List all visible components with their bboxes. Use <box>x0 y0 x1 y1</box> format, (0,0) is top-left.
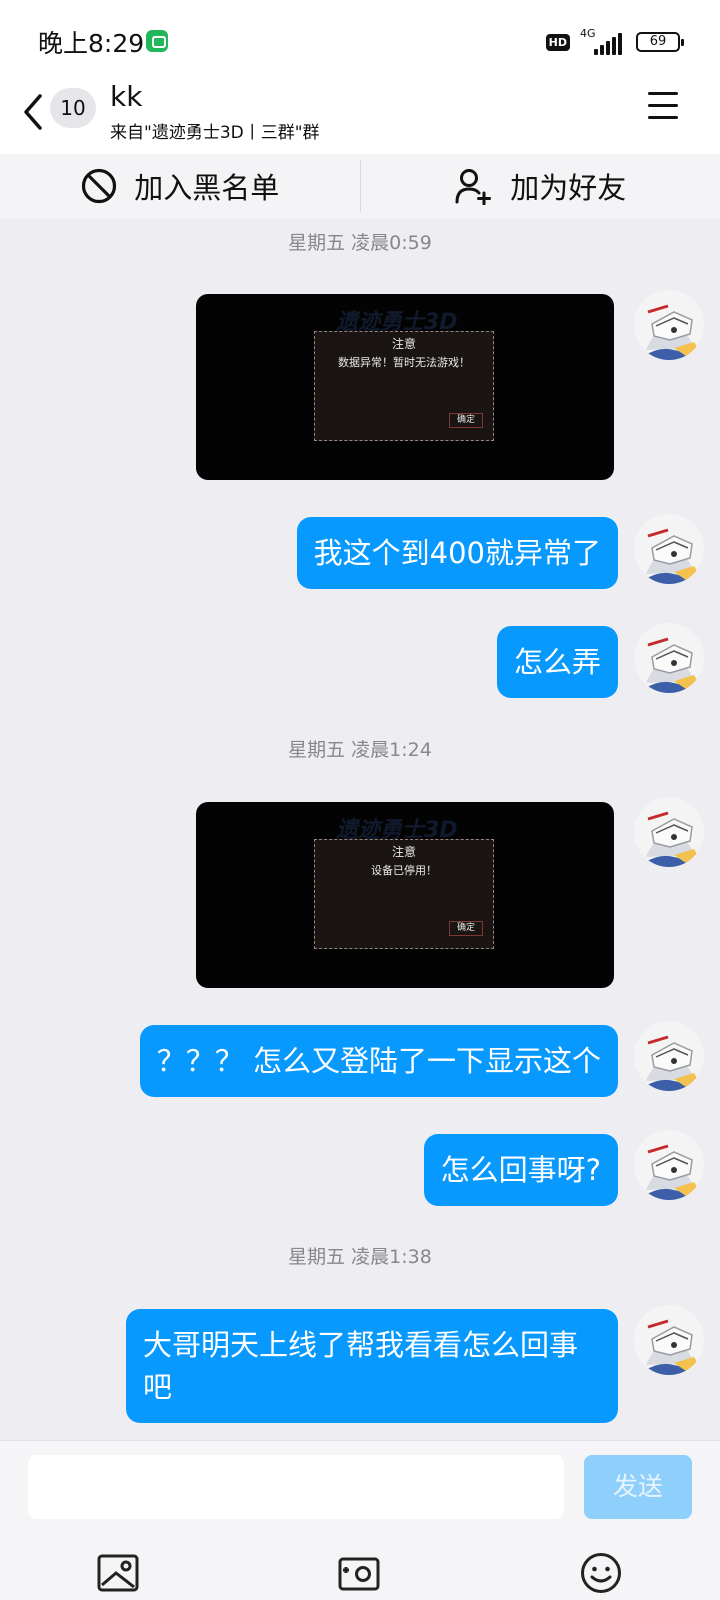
image-icon[interactable] <box>96 1551 140 1595</box>
message-bubble[interactable]: 怎么弄 <box>496 626 618 698</box>
chevron-left-icon[interactable] <box>18 92 48 132</box>
send-button[interactable]: 发送 <box>584 1455 692 1519</box>
hd-voice-icon: HD <box>545 33 570 51</box>
battery-icon: 69 <box>636 32 684 52</box>
camera-icon[interactable] <box>337 1551 381 1595</box>
message-input[interactable] <box>28 1455 564 1519</box>
message-bubble[interactable]: ？？？ 怎么又登陆了一下显示这个 <box>139 1025 618 1097</box>
dialog-ok-button: 确定 <box>449 921 483 936</box>
message-timestamp: 星期五 凌晨1:38 <box>288 1246 432 1268</box>
chat-title: kk <box>110 80 143 113</box>
emoji-icon[interactable] <box>579 1551 623 1595</box>
input-bar: 发送 <box>0 1440 720 1600</box>
blacklist-button[interactable]: 加入黑名单 <box>0 154 360 218</box>
blacklist-label: 加入黑名单 <box>134 171 280 205</box>
cellular-signal-icon: 4G <box>580 27 626 55</box>
status-time: 晚上8:29 <box>38 29 145 58</box>
chat-subtitle: 来自"遗迹勇士3D丨三群"群 <box>110 123 320 143</box>
avatar[interactable] <box>634 1305 704 1375</box>
add-friend-label: 加为好友 <box>510 171 627 205</box>
avatar[interactable] <box>634 623 704 693</box>
message-bubble[interactable]: 大哥明天上线了帮我看看怎么回事吧 <box>126 1309 618 1423</box>
avatar[interactable] <box>634 514 704 584</box>
avatar[interactable] <box>634 1130 704 1200</box>
avatar[interactable] <box>634 1021 704 1091</box>
app-notification-icon <box>146 30 168 52</box>
chat-header: 10 kk 来自"遗迹勇士3D丨三群"群 <box>0 72 720 154</box>
status-indicators: HD 4G 69 <box>545 27 684 56</box>
dialog-ok-button: 确定 <box>449 413 483 428</box>
message-timestamp: 星期五 凌晨1:24 <box>288 739 432 761</box>
dialog-message: 数据异常！暂时无法游戏！ <box>338 356 470 369</box>
hamburger-menu-icon[interactable] <box>648 92 678 120</box>
dialog-title: 注意 <box>391 845 416 859</box>
game-dialog: 注意 数据异常！暂时无法游戏！ 确定 <box>314 331 494 441</box>
add-friend-button[interactable]: 加为好友 <box>361 154 720 218</box>
message-bubble[interactable]: 我这个到400就异常了 <box>296 517 618 589</box>
stranger-action-bar: 加入黑名单 加为好友 <box>0 154 720 218</box>
message-bubble[interactable]: 怎么回事呀? <box>423 1134 618 1206</box>
game-dialog: 注意 设备已停用！ 确定 <box>314 839 494 949</box>
avatar[interactable] <box>634 797 704 867</box>
message-timestamp: 星期五 凌晨0:59 <box>288 232 432 254</box>
image-message[interactable]: 遗迹勇士3D 注意 设备已停用！ 确定 <box>196 802 614 988</box>
add-user-icon <box>455 169 492 205</box>
image-message[interactable]: 遗迹勇士3D 注意 数据异常！暂时无法游戏！ 确定 <box>196 294 614 480</box>
dialog-title: 注意 <box>391 337 416 351</box>
dialog-message: 设备已停用！ <box>371 864 437 877</box>
block-icon <box>82 168 117 204</box>
unread-count-badge[interactable]: 10 <box>50 88 96 128</box>
avatar[interactable] <box>634 290 704 360</box>
